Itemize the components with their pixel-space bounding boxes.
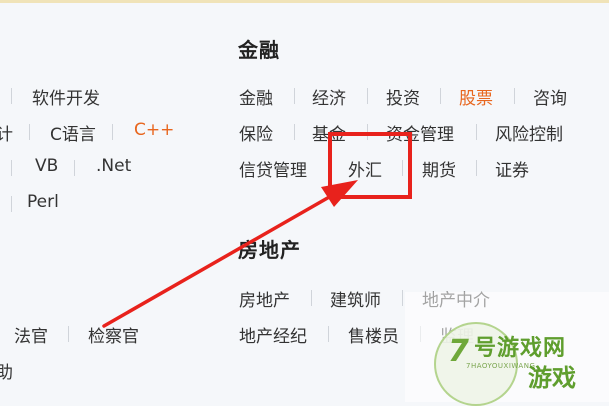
annotation-arrow-icon xyxy=(102,180,358,328)
